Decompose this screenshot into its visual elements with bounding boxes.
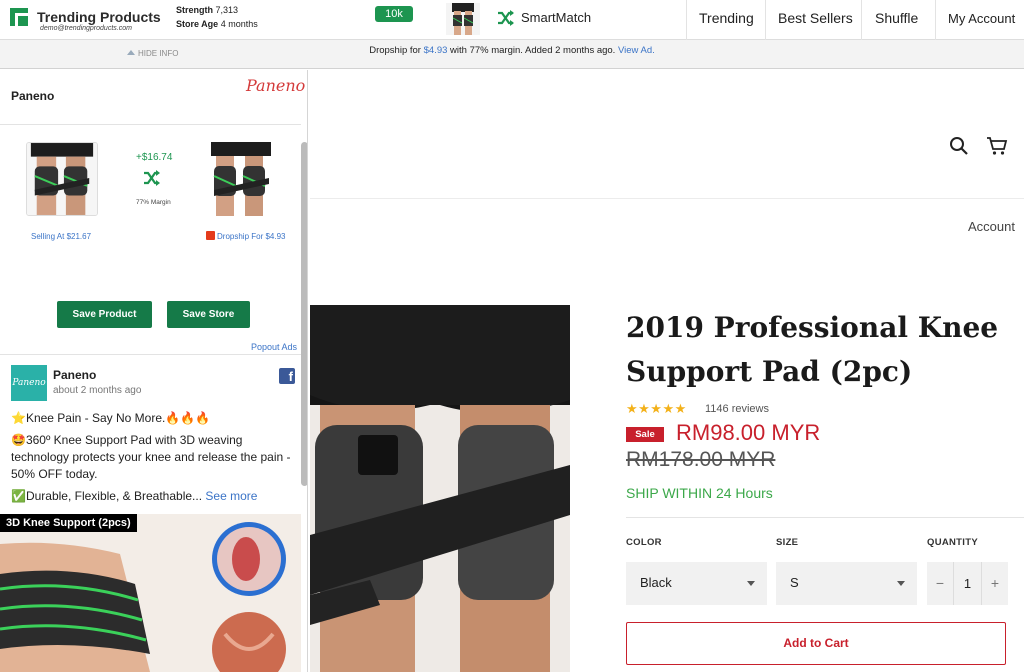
count-badge: 10k [375, 6, 413, 22]
store-page: Account 2019 Professional Knee Support P… [310, 70, 1024, 672]
trending-products-logo-icon [10, 8, 28, 26]
quantity-stepper: − 1 + [927, 562, 1008, 605]
options-divider [626, 517, 1024, 518]
strength-label: Strength [176, 5, 213, 15]
search-icon[interactable] [949, 136, 969, 156]
account-link[interactable]: Account [968, 219, 1015, 234]
margin-label: 77% Margin [136, 199, 171, 206]
nav-divider [861, 0, 862, 40]
review-count[interactable]: 1146 reviews [705, 403, 769, 415]
store-name: Paneno [11, 89, 55, 103]
save-store-button[interactable]: Save Store [167, 301, 250, 328]
ad-image-label: 3D Knee Support (2pcs) [0, 514, 137, 532]
nav-my-account[interactable]: My Account [948, 11, 1015, 26]
color-value: Black [640, 575, 672, 590]
ad-image-graphic [0, 514, 301, 672]
dropship-summary: Dropship for $4.93 with 77% margin. Adde… [0, 45, 1024, 56]
product-image[interactable] [310, 305, 570, 672]
size-value: S [790, 575, 799, 590]
ad-divider [0, 354, 301, 355]
nav-divider [686, 0, 687, 40]
dropship-prefix: Dropship for [369, 45, 424, 56]
info-bar: HIDE INFO Dropship for $4.93 with 77% ma… [0, 40, 1024, 69]
nav-divider [765, 0, 766, 40]
view-ad-link[interactable]: View Ad. [618, 45, 655, 56]
ad-text: ✅Durable, Flexible, & Breathable... [11, 489, 203, 503]
product-info-panel: Paneno Paneno +$16.74 77% Margin Selling… [0, 70, 308, 672]
store-age-value: 4 months [220, 19, 258, 29]
ad-page-avatar: Paneno [11, 365, 47, 401]
selling-product-thumbnail[interactable] [26, 142, 98, 216]
product-thumbnail[interactable] [446, 3, 480, 35]
original-price: RM178.00 MYR [626, 448, 776, 471]
dropship-middle: with 77% margin. Added 2 months ago. [447, 45, 618, 56]
color-select[interactable]: Black [626, 562, 767, 605]
sale-badge: Sale [626, 427, 664, 442]
ad-timestamp: about 2 months ago [53, 385, 142, 396]
strength-stat: Strength 7,313 [176, 5, 238, 15]
brand-title: Trending Products [37, 9, 161, 25]
header-divider [310, 198, 1024, 199]
add-to-cart-button[interactable]: Add to Cart [626, 622, 1006, 665]
sale-price: RM98.00 MYR [676, 420, 821, 445]
ad-image[interactable]: 3D Knee Support (2pcs) [0, 514, 301, 672]
nav-shuffle[interactable]: Shuffle [875, 10, 918, 26]
store-age-stat: Store Age 4 months [176, 19, 258, 29]
rating-stars-icon: ★★★★★ [626, 401, 687, 416]
popout-ads-link[interactable]: Popout Ads [251, 342, 297, 352]
nav-trending[interactable]: Trending [699, 10, 754, 26]
aliexpress-icon [206, 231, 215, 240]
size-select[interactable]: S [776, 562, 917, 605]
quantity-label: QUANTITY [927, 537, 978, 548]
shuffle-icon[interactable] [497, 9, 515, 27]
shipping-note: SHIP WITHIN 24 Hours [626, 485, 773, 501]
color-label: COLOR [626, 537, 662, 548]
dropship-for-link[interactable]: Dropship For $4.93 [217, 232, 285, 241]
size-label: SIZE [776, 537, 799, 548]
chevron-down-icon [897, 581, 905, 586]
selling-at-link[interactable]: Selling At $21.67 [31, 232, 91, 241]
see-more-link[interactable]: See more [205, 489, 257, 503]
cart-icon[interactable] [986, 136, 1008, 156]
ad-page-name[interactable]: Paneno [53, 368, 96, 382]
store-age-label: Store Age [176, 19, 219, 29]
panel-divider [0, 124, 301, 125]
top-bar: Trending Products demo@trendingproducts.… [0, 0, 1024, 40]
quantity-increase-button[interactable]: + [982, 562, 1008, 605]
ad-text-line: 🤩360º Knee Support Pad with 3D weaving t… [11, 433, 291, 481]
quantity-decrease-button[interactable]: − [927, 562, 953, 605]
dropship-product-thumbnail[interactable] [209, 142, 273, 216]
brand-email: demo@trendingproducts.com [40, 25, 132, 32]
profit-amount: +$16.74 [136, 152, 173, 163]
nav-best-sellers[interactable]: Best Sellers [778, 10, 853, 26]
nav-divider [935, 0, 936, 40]
save-product-button[interactable]: Save Product [57, 301, 152, 328]
chevron-down-icon [747, 581, 755, 586]
dropship-price: $4.93 [423, 45, 448, 56]
store-logo: Paneno [246, 76, 306, 95]
ad-text-line: ⭐Knee Pain - Say No More.🔥🔥🔥 [11, 411, 211, 425]
shuffle-icon [144, 170, 160, 186]
ad-text-line-last: ✅Durable, Flexible, & Breathable... See … [11, 488, 297, 505]
facebook-icon[interactable]: f [279, 368, 295, 384]
product-title: 2019 Professional Knee Support Pad (2pc) [626, 311, 999, 388]
strength-value: 7,313 [215, 5, 239, 15]
smartmatch-link[interactable]: SmartMatch [521, 10, 591, 25]
panel-scrollbar[interactable] [301, 142, 307, 486]
quantity-input[interactable]: 1 [953, 562, 982, 605]
